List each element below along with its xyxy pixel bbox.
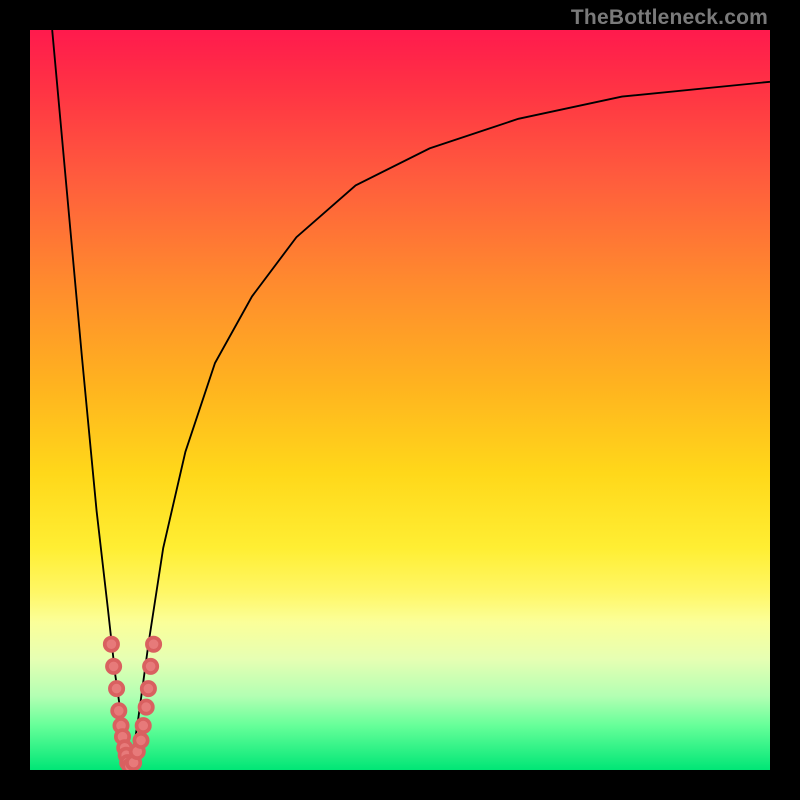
- data-point: [107, 660, 120, 673]
- plot-area: [30, 30, 770, 770]
- curve-svg: [30, 30, 770, 770]
- data-point: [142, 682, 155, 695]
- curve-right: [130, 82, 770, 770]
- curve-left: [52, 30, 130, 770]
- data-point: [147, 638, 160, 651]
- data-point: [105, 638, 118, 651]
- data-point: [134, 734, 147, 747]
- watermark-text: TheBottleneck.com: [571, 6, 768, 30]
- data-point: [140, 700, 153, 713]
- data-point: [137, 719, 150, 732]
- data-point: [112, 704, 125, 717]
- data-point: [110, 682, 123, 695]
- chart-frame: TheBottleneck.com: [0, 0, 800, 800]
- data-point: [144, 660, 157, 673]
